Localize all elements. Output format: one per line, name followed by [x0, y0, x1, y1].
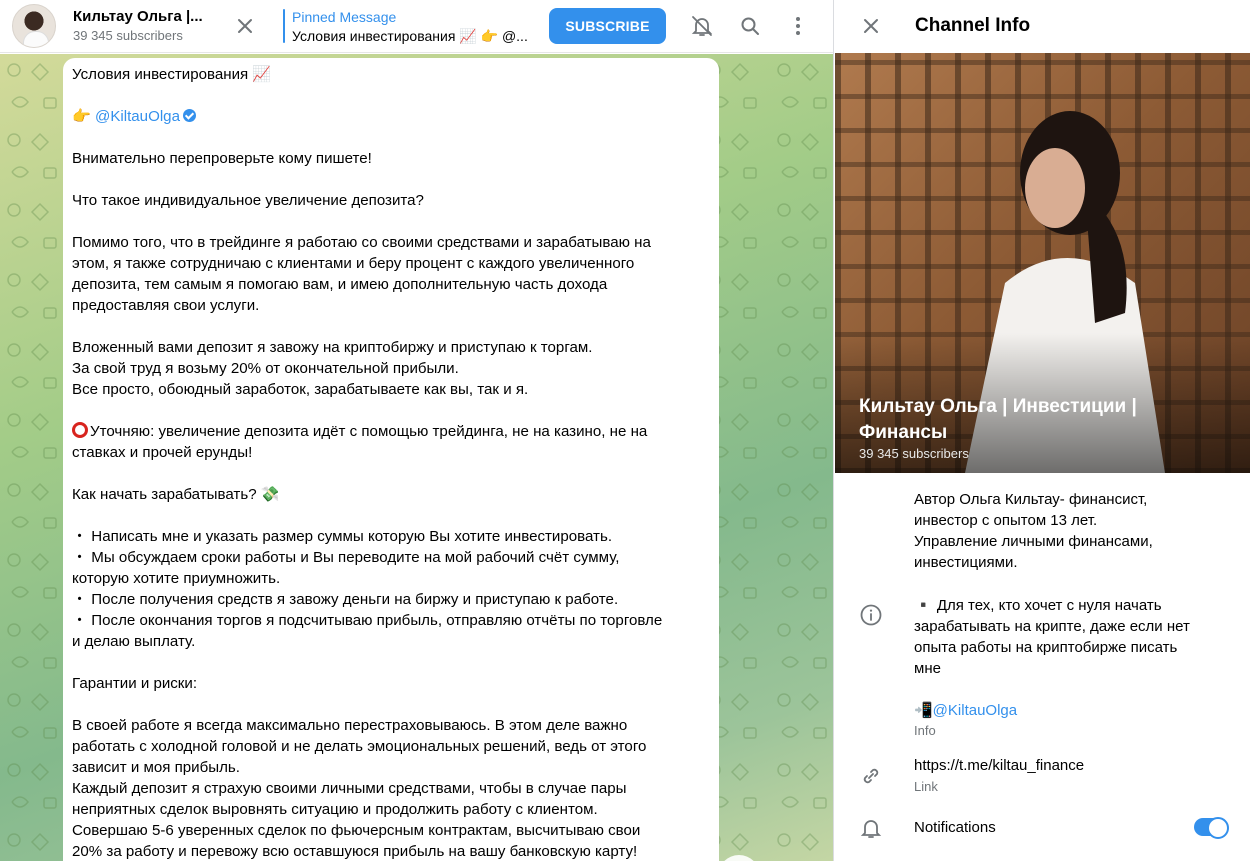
- message-line: Что такое индивидуальное увеличение депо…: [72, 192, 424, 209]
- link-caption: Link: [914, 779, 938, 794]
- message-line: Совершаю 5-6 уверенных сделок по фьючерс…: [72, 822, 641, 839]
- more-vertical-icon[interactable]: [786, 14, 810, 38]
- bell-icon: [859, 816, 883, 840]
- warning-line: Уточняю: увеличение депозита идёт с помо…: [72, 421, 710, 442]
- close-icon[interactable]: [859, 14, 883, 38]
- pinned-message-text[interactable]: Условия инвестирования 📈 👉 @...: [292, 28, 532, 45]
- message-line: За свой труд я возьму 20% от окончательн…: [72, 360, 459, 377]
- channel-avatar[interactable]: [12, 4, 56, 48]
- close-icon[interactable]: [233, 14, 257, 38]
- warning-text: Уточняю: увеличение депозита идёт с помо…: [90, 423, 648, 440]
- message-line: Внимательно перепроверьте кому пишете!: [72, 150, 372, 167]
- message-line: предоставляя свои услуги.: [72, 297, 260, 314]
- channel-bio: ▪️ Для тех, кто хочет с нуля начать зара…: [914, 597, 1190, 677]
- message-line: ・ После окончания торгов я подсчитываю п…: [72, 612, 663, 629]
- message-line: Как начать зарабатывать? 💸: [72, 486, 280, 503]
- message-line: В своей работе я всегда максимально пере…: [72, 717, 628, 734]
- verified-icon: [182, 109, 196, 122]
- message-line: ・ После получения средств я завожу деньг…: [72, 591, 619, 608]
- channel-description: Автор Ольга Кильтау- финансист, инвестор…: [914, 491, 1153, 571]
- info-header: Channel Info: [834, 0, 1250, 53]
- message-line: 20% за работу и перевожу всю оставшуюся …: [72, 843, 638, 860]
- pinned-indicator: [283, 9, 285, 43]
- message-line: Все просто, обоюдный заработок, зарабаты…: [72, 381, 529, 398]
- message-line: ・ Написать мне и указать размер суммы ко…: [72, 528, 613, 545]
- message-line: депозита, тем самым я помогаю вам, и име…: [72, 276, 608, 293]
- channel-link[interactable]: https://t.me/kiltau_finance: [914, 757, 1084, 774]
- search-icon[interactable]: [738, 14, 762, 38]
- message-line: зависит и моя прибыль.: [72, 759, 240, 776]
- message-line: которую хотите приумножить.: [72, 570, 281, 587]
- pointing-hand-icon: 👉: [72, 108, 95, 125]
- mention-link[interactable]: @KiltauOlga: [95, 108, 180, 125]
- channel-full-name: Кильтау Ольга | Инвестиции | Финансы: [859, 396, 1137, 443]
- link-icon: [859, 764, 883, 788]
- message-line: Вложенный вами депозит я завожу на крипт…: [72, 339, 593, 356]
- message-line: Гарантии и риски:: [72, 675, 198, 692]
- message-line: ставках и прочей ерунды!: [72, 444, 253, 461]
- contact-link[interactable]: 📲@KiltauOlga: [914, 701, 1017, 719]
- message-text: Условия инвестирования 📈 👉 @KiltauOlga Вни…: [72, 64, 710, 861]
- message-line: Каждый депозит я страхую своими личными …: [72, 780, 627, 797]
- channel-title[interactable]: Кильтау Ольга |...: [73, 8, 203, 25]
- red-circle-icon: [72, 422, 88, 438]
- channel-subscribers: 39 345 subscribers: [859, 446, 969, 461]
- message-line: неприятных сделок выровнять ситуацию и п…: [72, 801, 598, 818]
- message-bubble[interactable]: Условия инвестирования 📈 👉 @KiltauOlga Вни…: [63, 58, 719, 861]
- channel-photo[interactable]: Кильтау Ольга | Инвестиции | Финансы 39 …: [835, 53, 1250, 473]
- panel-title: Channel Info: [915, 15, 1031, 36]
- message-line: Помимо того, что в трейдинге я работаю с…: [72, 234, 651, 251]
- info-caption: Info: [914, 723, 936, 738]
- message-line: и делаю выплату.: [72, 633, 196, 650]
- message-line: ・ Мы обсуждаем сроки работы и Вы перевод…: [72, 549, 620, 566]
- mute-bell-icon[interactable]: [690, 14, 714, 38]
- chat-background: Условия инвестирования 📈 👉 @KiltauOlga Вни…: [0, 54, 833, 861]
- subscribe-button[interactable]: SUBSCRIBE: [549, 8, 666, 44]
- message-line: этом, я также сотрудничаю с клиентами и …: [72, 255, 635, 272]
- channel-info-panel: Channel Info Кильтау Ольга | Инвестиции …: [833, 0, 1250, 861]
- message-line: Условия инвестирования 📈: [72, 66, 272, 83]
- info-icon: [859, 603, 883, 627]
- notifications-label: Notifications: [914, 819, 996, 836]
- chat-header: Кильтау Ольга |... 39 345 subscribers Pi…: [0, 0, 833, 53]
- message-line: работать с холодной головой и не делать …: [72, 738, 647, 755]
- subscriber-count: 39 345 subscribers: [73, 28, 183, 43]
- notifications-toggle[interactable]: [1194, 817, 1229, 839]
- pinned-message-label[interactable]: Pinned Message: [292, 9, 396, 25]
- mention-line: 👉 @KiltauOlga: [72, 106, 710, 127]
